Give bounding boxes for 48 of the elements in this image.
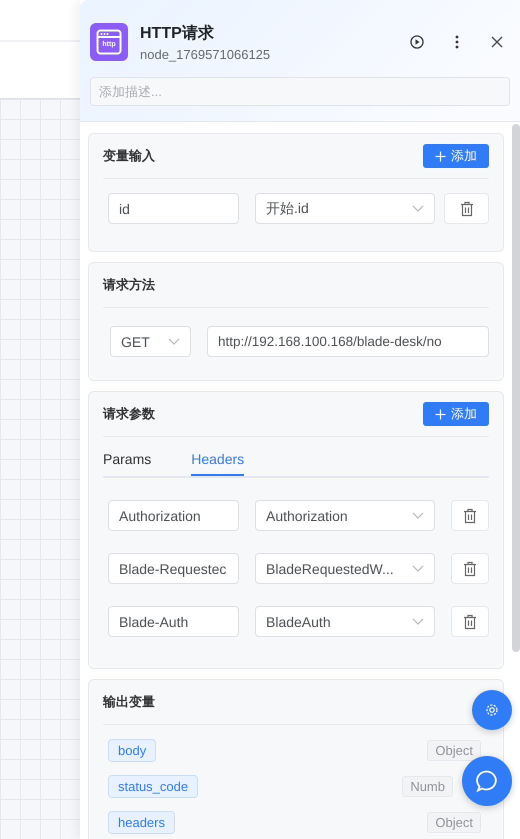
type-tag: Numb bbox=[402, 776, 453, 797]
description-field[interactable]: 添加描述... bbox=[90, 77, 510, 106]
section-title: 变量输入 bbox=[103, 147, 155, 165]
trash-icon bbox=[463, 560, 478, 576]
plus-icon bbox=[435, 150, 446, 162]
name-field[interactable]: Authorization bbox=[108, 500, 239, 531]
tab[interactable]: Params bbox=[103, 443, 152, 476]
close-icon bbox=[491, 36, 503, 48]
chevron-down-icon bbox=[412, 618, 424, 625]
node-id: node_1769571066125 bbox=[140, 46, 272, 62]
trash-icon bbox=[463, 508, 478, 524]
delete-button[interactable] bbox=[451, 606, 489, 637]
value-select[interactable]: 开始.id bbox=[255, 193, 436, 224]
section-title: 请求参数 bbox=[103, 405, 155, 423]
variable-tag: body bbox=[108, 739, 156, 762]
name-field[interactable]: id bbox=[108, 193, 239, 224]
variable-tag: headers bbox=[108, 811, 175, 834]
play-icon bbox=[410, 35, 424, 49]
delete-button[interactable] bbox=[444, 193, 489, 224]
delete-button[interactable] bbox=[451, 500, 489, 531]
node-title: HTTP请求 bbox=[140, 24, 215, 44]
delete-button[interactable] bbox=[451, 553, 489, 584]
section-title: 请求方法 bbox=[103, 276, 155, 294]
add-button[interactable]: 添加 bbox=[423, 144, 489, 168]
more-icon bbox=[455, 35, 459, 49]
settings-icon bbox=[485, 703, 499, 717]
scrollbar[interactable] bbox=[512, 122, 520, 839]
type-tag: Object bbox=[427, 740, 481, 761]
trash-icon bbox=[460, 200, 474, 216]
chevron-down-icon bbox=[412, 565, 424, 572]
chevron-down-icon bbox=[168, 338, 180, 345]
variable-tag: status_code bbox=[108, 775, 198, 798]
name-field[interactable]: Blade-Requestec bbox=[108, 553, 239, 584]
add-button[interactable]: 添加 bbox=[423, 402, 489, 426]
value-select[interactable]: BladeRequestedW... bbox=[255, 553, 436, 584]
method-select[interactable]: GET bbox=[110, 326, 191, 357]
chevron-down-icon bbox=[412, 205, 424, 212]
tab[interactable]: Headers bbox=[191, 443, 244, 476]
chevron-down-icon bbox=[412, 512, 424, 519]
name-field[interactable]: Blade-Auth bbox=[108, 606, 239, 637]
value-select[interactable]: BladeAuth bbox=[255, 606, 436, 637]
plus-icon bbox=[435, 408, 446, 420]
section-title: 输出变量 bbox=[103, 693, 155, 711]
url-field[interactable]: http://192.168.100.168/blade-desk/no bbox=[207, 326, 489, 357]
chat-bubble-icon bbox=[475, 769, 499, 793]
type-tag: Object bbox=[427, 812, 481, 833]
trash-icon bbox=[463, 614, 478, 630]
value-select[interactable]: Authorization bbox=[255, 500, 436, 531]
